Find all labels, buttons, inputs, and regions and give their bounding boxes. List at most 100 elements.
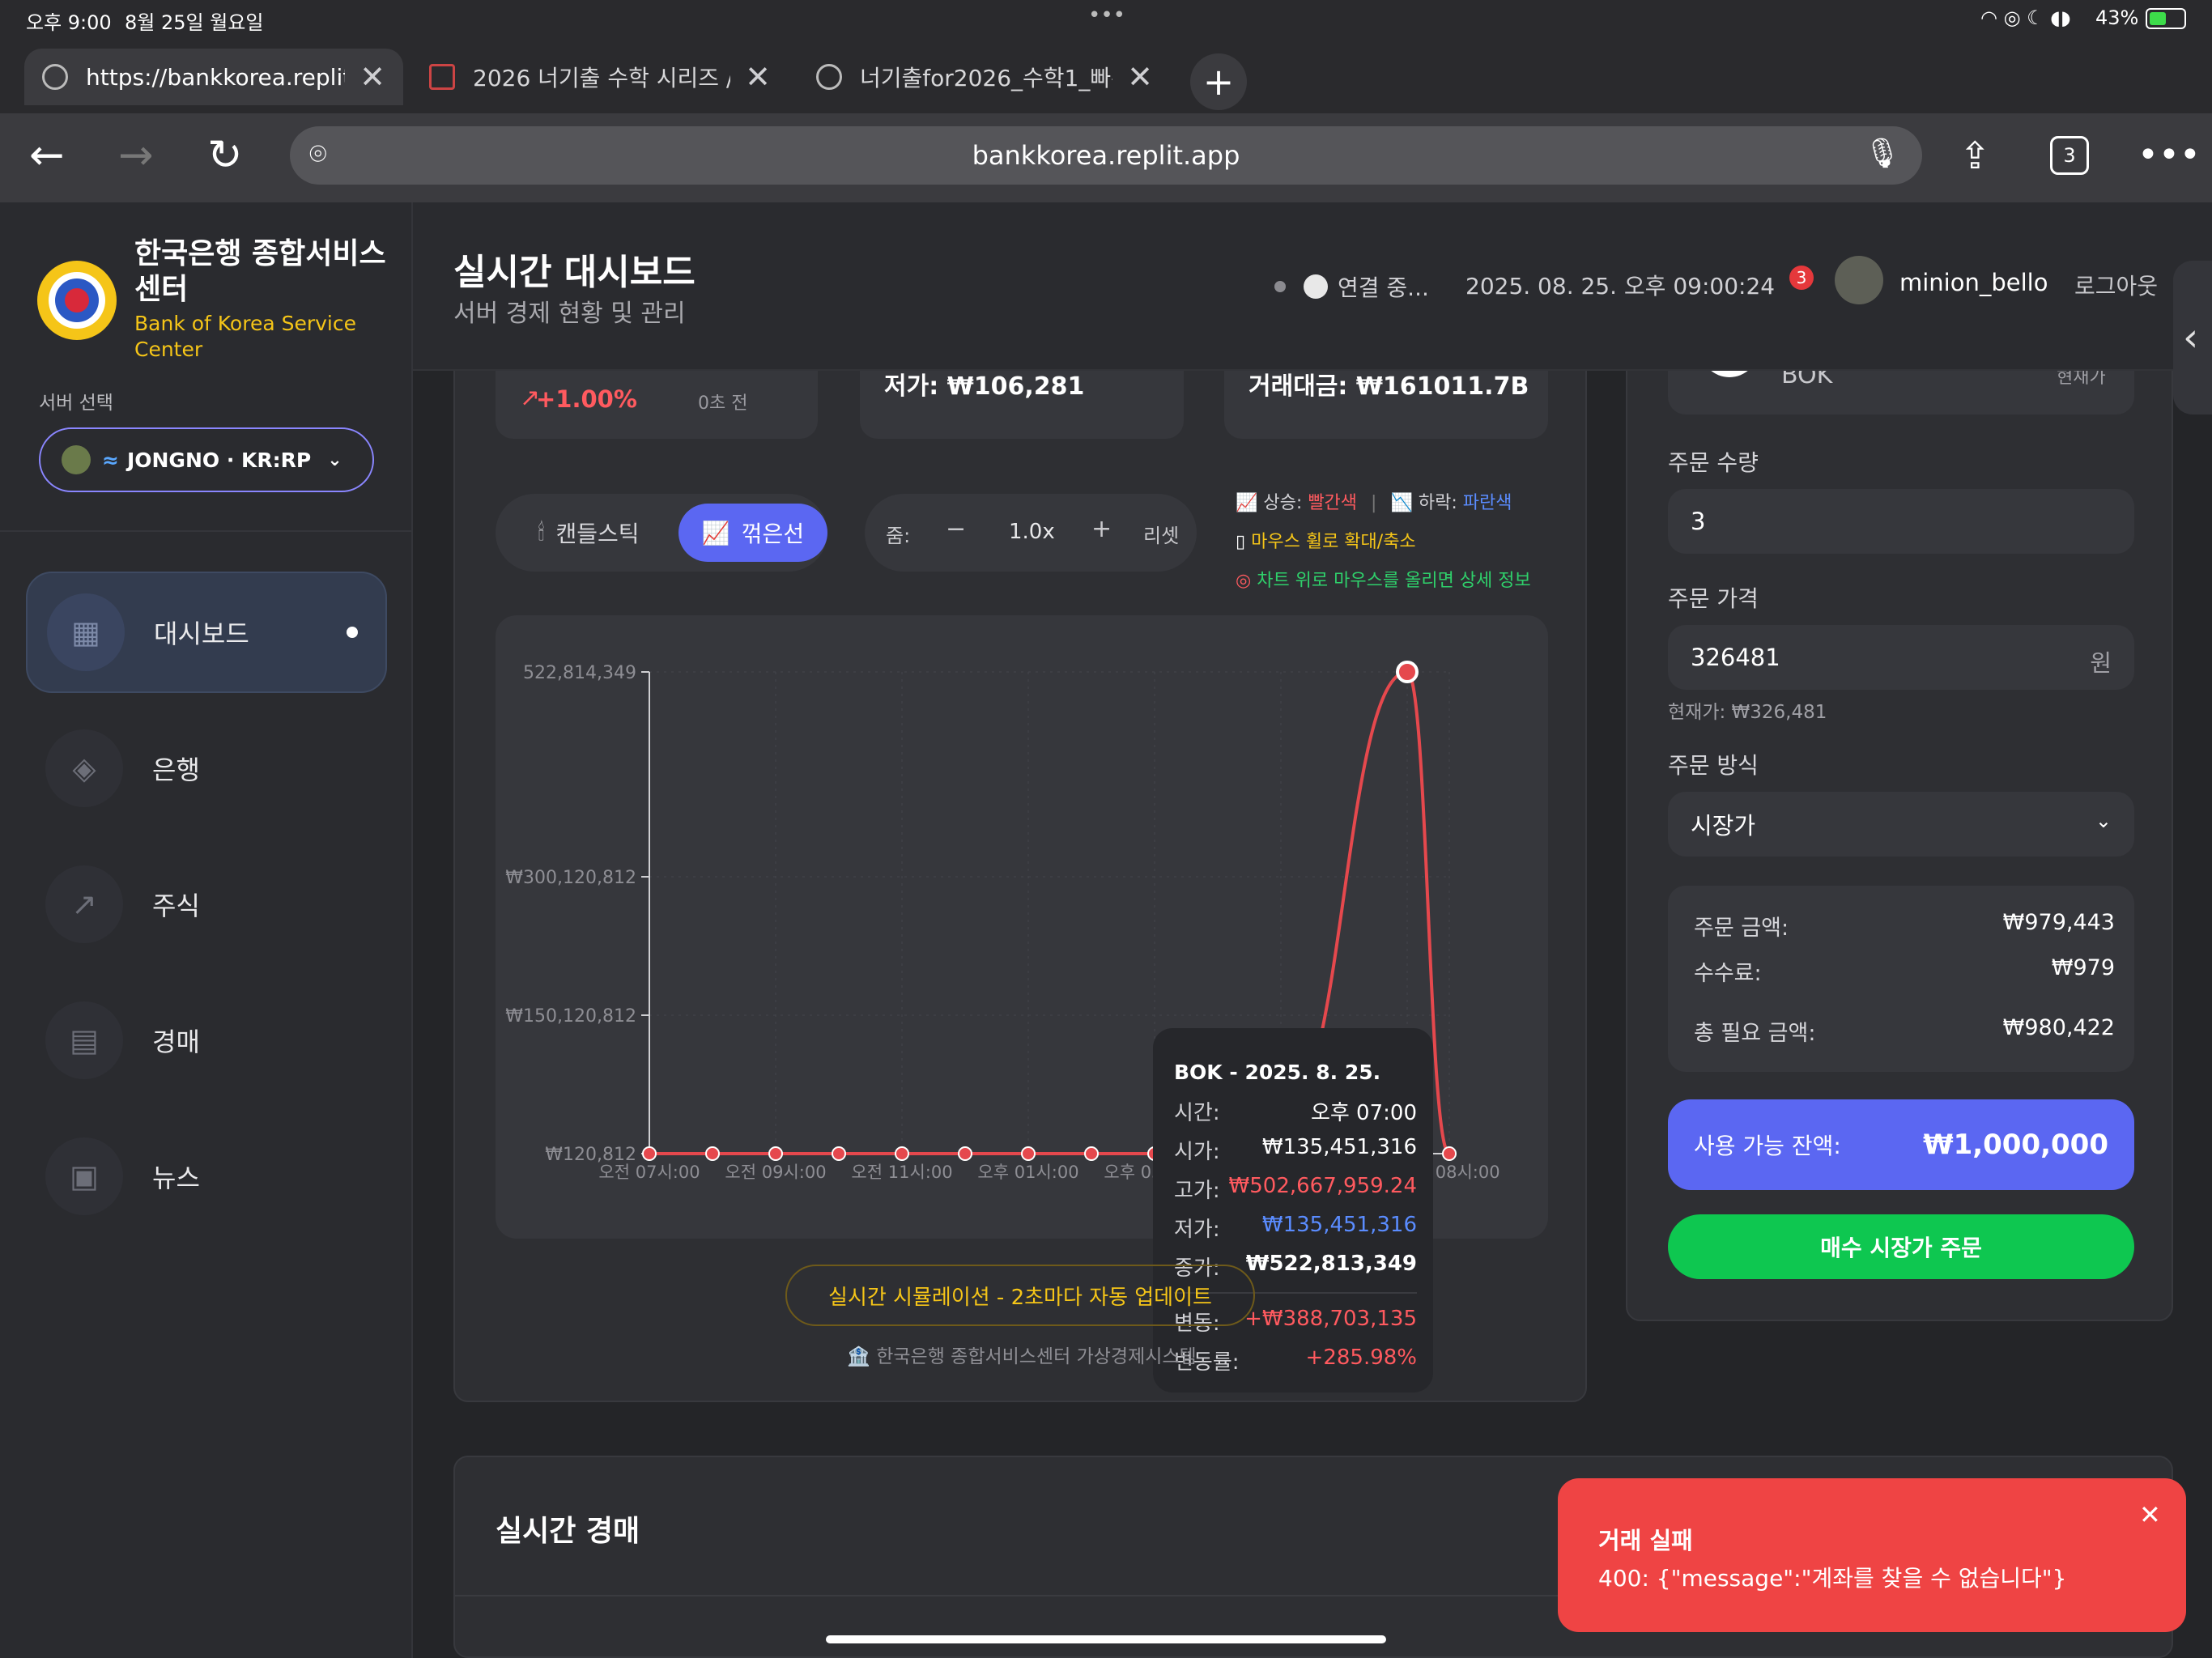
current-datetime: 2025. 08. 25. 오후 09:00:24 [1465,273,1776,300]
tooltip-time-row: 시간: 오후 07:00 [1174,1096,1417,1126]
legend-wheel-hint: ▯ 마우스 휠로 확대/축소 [1236,523,1531,562]
legend-up-value: 빨간색 [1308,493,1358,513]
chart-mode-toggle: 🕯 캔들스틱 📈 꺾은선 [496,494,827,572]
data-point [1021,1146,1036,1161]
server-image [62,445,91,474]
server-name: JONGNO · KR:RP [126,448,312,472]
share-icon[interactable]: ⇪ [1959,131,1991,180]
nav-label: 뉴스 [152,1163,200,1193]
status-time: 오후 9:00 [26,11,112,34]
browser-toolbar: ← → ↻ ⌾ bankkorea.replit.app 🎙 ⇪ 3 ••• [0,113,2212,202]
nav-item-stocks[interactable]: ↗ 주식 [26,844,387,965]
browser-tab-3[interactable]: 너기출for2026_수학1_빠른 ✕ [798,49,1171,105]
quantity-label: 주문 수량 [1668,449,1759,476]
nav-item-news[interactable]: ▣ 뉴스 [26,1116,387,1237]
nav-item-bank[interactable]: ◈ 은행 [26,708,387,829]
battery-icon [2146,8,2186,29]
x-tick-label: 오전 07시:00 [598,1163,700,1182]
nav-label: 주식 [152,891,200,921]
back-icon[interactable]: ← [29,131,65,180]
candle-icon: 🕯 [538,519,545,546]
x-tick-label: 오후 01시:00 [977,1163,1078,1182]
brand-name-en: Bank of Korea Service Center [134,312,356,361]
notification-badge[interactable]: 3 [1789,266,1814,290]
browser-tab-2[interactable]: 2026 너기출 수학 시리즈 / 2 ✕ [411,49,789,105]
chevron-left-icon[interactable]: ‹ [2173,261,2212,414]
line-chart-button[interactable]: 📈 꺾은선 [678,504,827,562]
bank-logo [37,261,117,340]
x-tick-label: 오전 11시:00 [851,1163,952,1182]
tooltip-value: ₩522,813,349 [1245,1252,1417,1276]
nav-item-dashboard[interactable]: ▦ 대시보드 [26,572,387,693]
more-icon[interactable]: ••• [2138,131,2201,180]
price-value: 326481 [1691,644,1780,671]
data-point [895,1146,909,1161]
data-point [768,1146,783,1161]
status-bar: 오후 9:00 8월 25일 월요일 ••• ◠ ◎ ☾ ◖◗ 43% [0,0,2212,39]
summary-label: 주문 금액: [1694,916,1789,941]
home-indicator[interactable] [826,1635,1386,1643]
legend-wheel-text: 마우스 휠로 확대/축소 [1251,532,1416,552]
new-tab-button[interactable]: + [1190,53,1247,110]
bank-building-icon: 🏦 [847,1346,877,1367]
auction-icon: ▤ [45,1001,123,1079]
summary-value: ₩980,422 [2002,1015,2115,1040]
nav-label: 은행 [152,755,200,785]
tooltip-open-row: 시가: ₩135,451,316 [1174,1135,1417,1165]
logout-button[interactable]: 로그아웃 [2074,269,2158,301]
price-unit: 원 [2090,649,2112,677]
chart-area[interactable]: 522,814,349 ₩300,120,812 ₩150,120,812 ₩120,… [496,615,1548,1392]
tooltip-high-row: 고가: ₩502,667,959.24 [1174,1174,1417,1204]
tooltip-value: ₩135,451,316 [1261,1135,1417,1159]
y-tick-label: ₩300,120,812 [505,868,636,888]
summary-label: 총 필요 금액: [1694,1021,1816,1046]
close-icon[interactable]: ✕ [2139,1499,2161,1530]
footer-note-text: 한국은행 종합서비스센터 가상경제시스템 [876,1346,1197,1367]
multitask-dots[interactable]: ••• [1088,3,1125,28]
fee-row: 수수료: ₩979 [1694,955,2115,987]
legend-hover-hint: ◎ 차트 위로 마우스를 올리면 상세 정보 [1236,562,1531,601]
microphone-icon[interactable]: 🎙 [1864,136,1901,170]
zoom-reset-button[interactable]: 리셋 [1143,520,1179,548]
reload-icon[interactable]: ↻ [207,131,243,180]
mouse-icon: ▯ [1236,532,1246,552]
data-point [1084,1146,1099,1161]
close-tab-icon[interactable]: ✕ [359,59,385,95]
quantity-input[interactable]: 3 [1668,489,2134,554]
chevron-down-icon: ⌄ [2095,810,2112,832]
available-balance: 사용 가능 잔액: ₩1,000,000 [1668,1099,2134,1190]
wave-icon: ≈ [102,448,119,472]
close-tab-icon[interactable]: ✕ [745,59,771,95]
data-point [642,1146,657,1161]
tab-count-button[interactable]: 3 [2050,136,2089,175]
chart-up-icon: 📈 [1236,493,1258,513]
price-label: 주문 가격 [1668,585,1759,612]
order-method-value: 시장가 [1691,812,1756,840]
sidebar-divider [0,530,413,532]
username[interactable]: minion_bello [1899,269,2048,296]
legend-line-colors: 📈 상승: 빨간색 | 📉 하락: 파란색 [1236,493,1512,513]
server-select[interactable]: ≈ JONGNO · KR:RP ⌄ [39,427,374,492]
price-input[interactable]: 326481 원 [1668,625,2134,690]
buy-market-order-button[interactable]: 매수 시장가 주문 [1668,1214,2134,1279]
zoom-in-button[interactable]: + [1091,515,1112,543]
order-summary: 주문 금액: ₩979,443 수수료: ₩979 총 필요 금액: ₩980,… [1668,886,2134,1072]
candlestick-button[interactable]: 🕯 캔들스틱 [505,504,672,562]
order-method-select[interactable]: 시장가 ⌄ [1668,792,2134,857]
nav-item-auction[interactable]: ▤ 경매 [26,980,387,1101]
x-tick-label: 오전 09시:00 [725,1163,826,1182]
bank-icon: ◈ [45,729,123,807]
summary-label: 수수료: [1694,961,1762,986]
close-tab-icon[interactable]: ✕ [1127,59,1153,95]
order-amount-row: 주문 금액: ₩979,443 [1694,910,2115,942]
camera-scan-icon[interactable]: ⌾ [309,138,327,172]
avatar[interactable] [1835,256,1883,304]
forward-icon[interactable]: → [118,131,154,180]
status-dot [1274,281,1286,292]
chart-tooltip: BOK - 2025. 8. 25. 시간: 오후 07:00 시가: ₩135… [1153,1028,1433,1392]
data-point [705,1146,720,1161]
data-point [958,1146,972,1161]
browser-tab-1[interactable]: https://bankkorea.replit. ✕ [24,49,403,105]
zoom-out-button[interactable]: − [946,515,966,543]
address-bar[interactable]: ⌾ bankkorea.replit.app 🎙 [290,126,1922,185]
